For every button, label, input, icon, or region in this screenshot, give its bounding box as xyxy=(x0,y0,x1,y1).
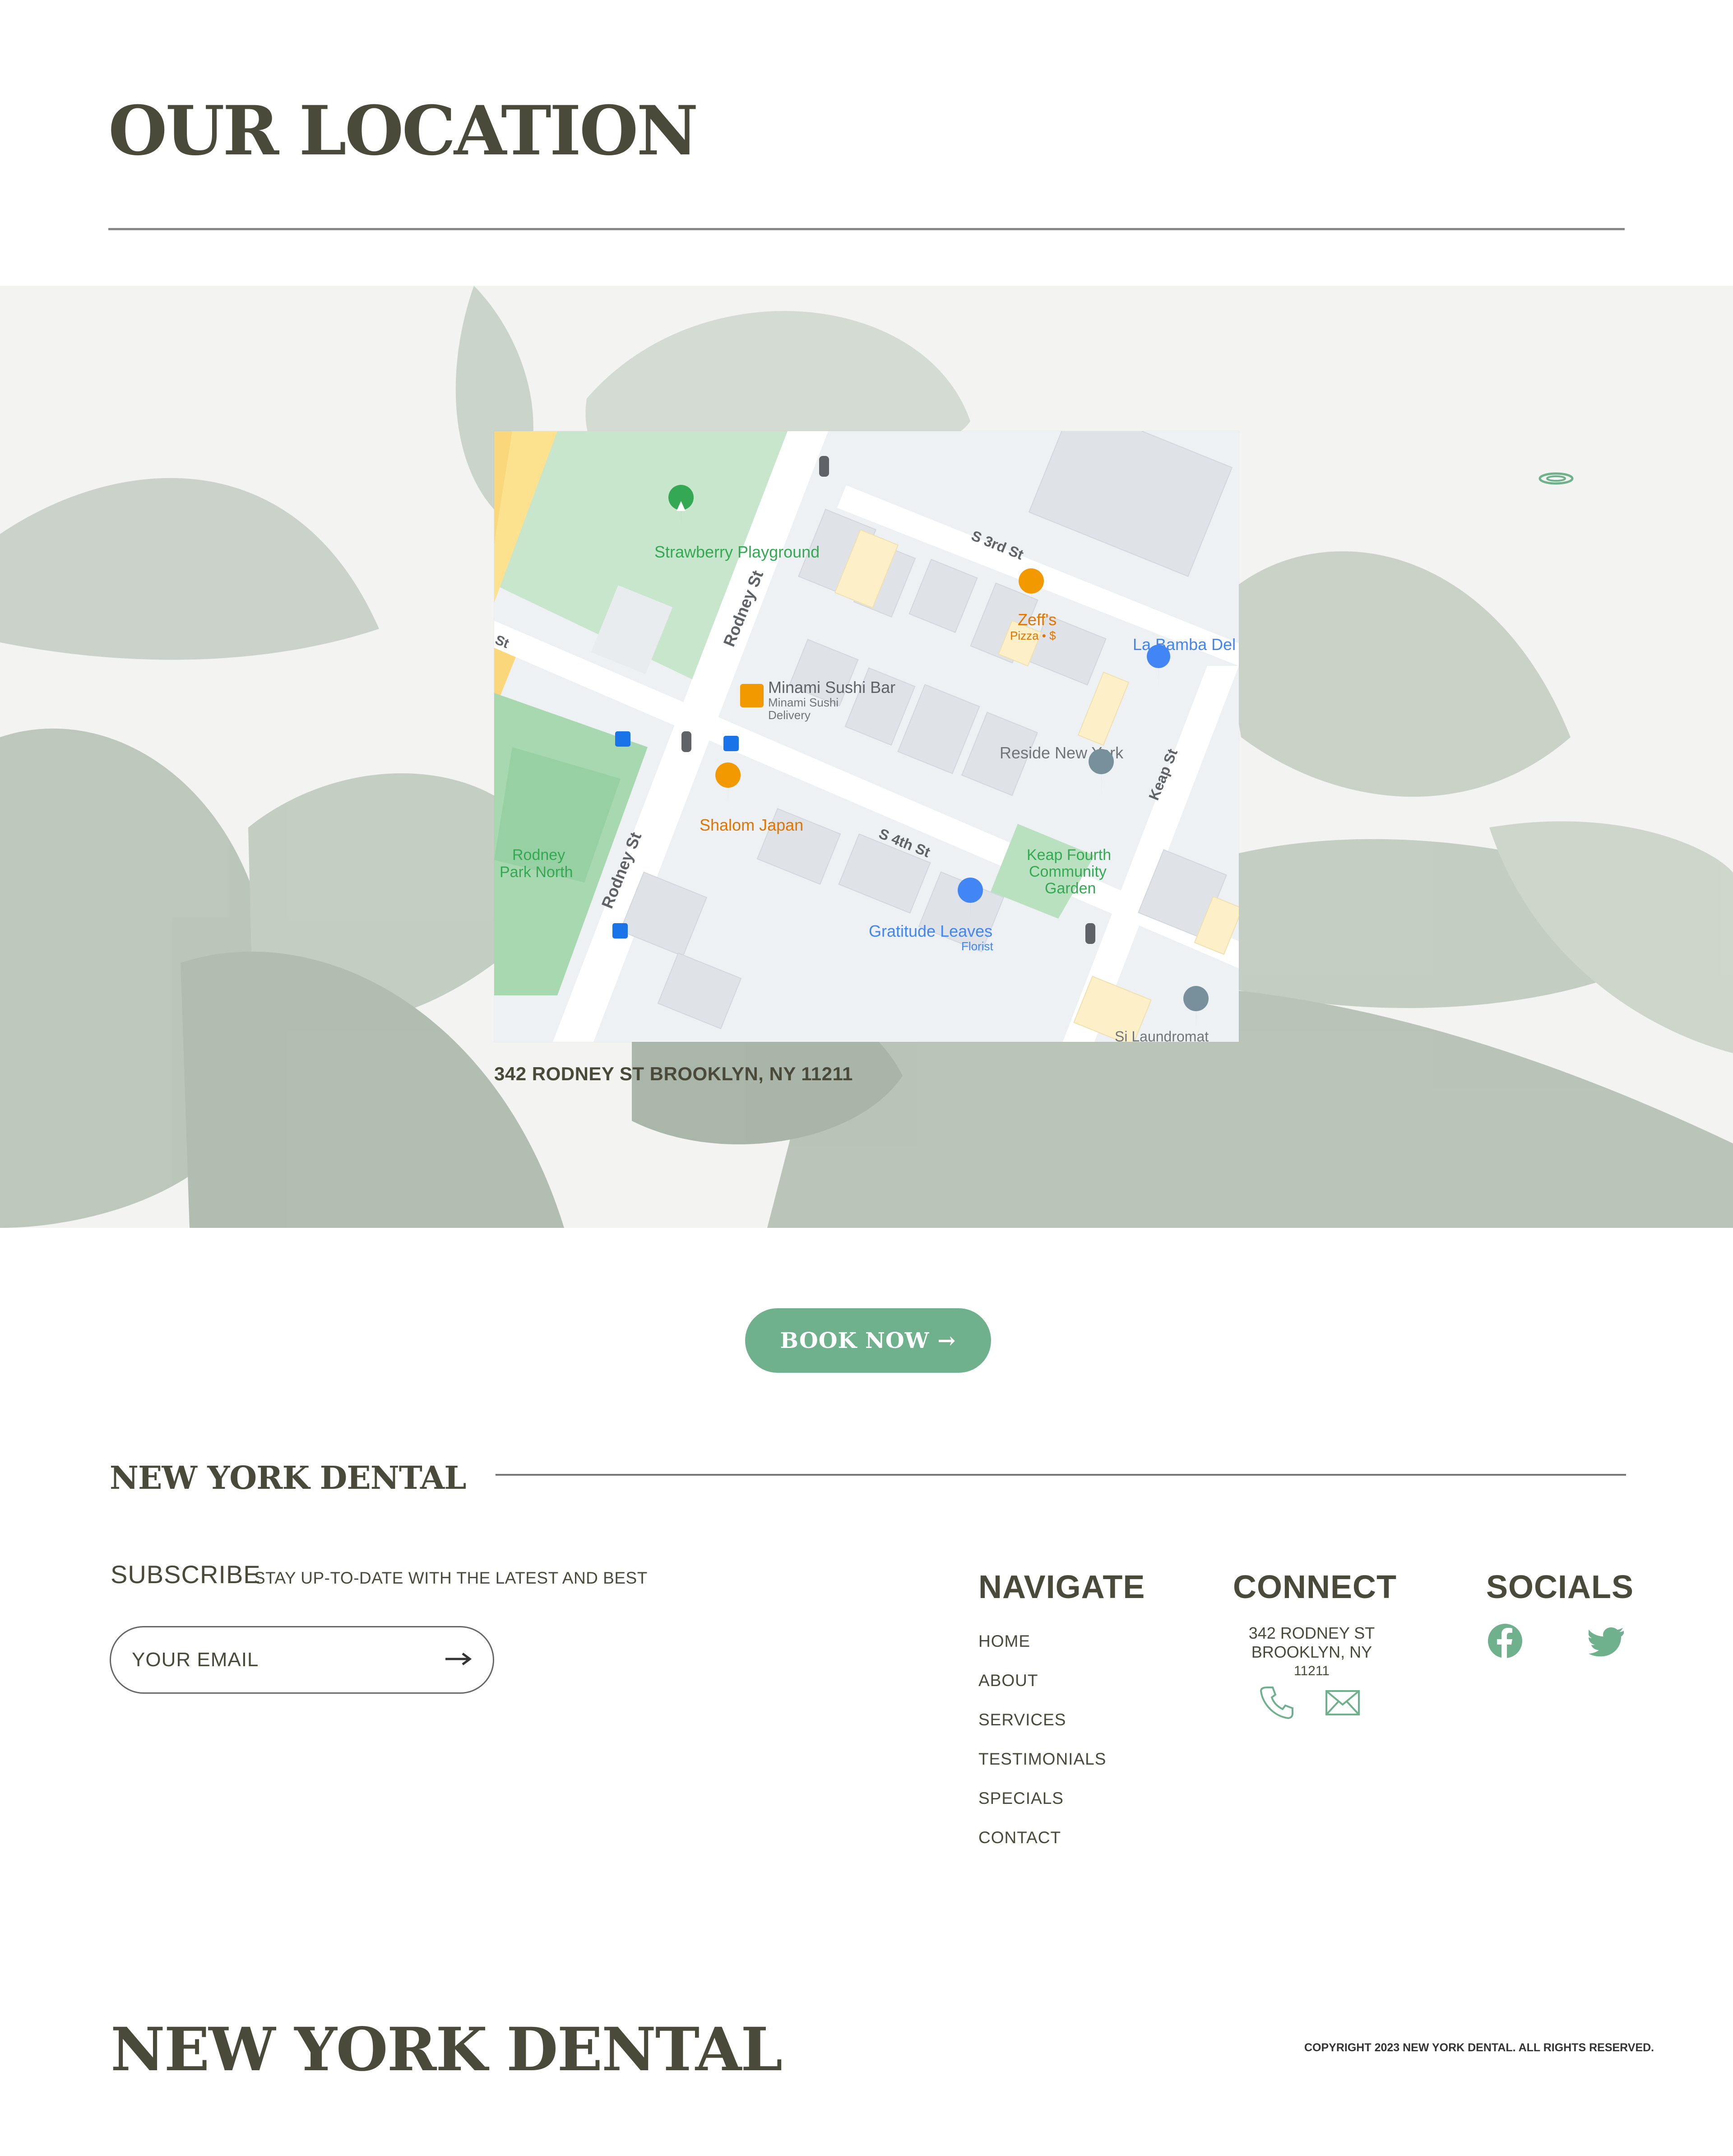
bus-stop-icon xyxy=(612,923,628,939)
map-poi-label: Community xyxy=(1029,863,1107,880)
traffic-light-icon xyxy=(681,731,691,752)
map-poi-sublabel: Delivery xyxy=(768,708,811,722)
map-poi-label: Keap Fourth xyxy=(1027,846,1111,864)
bike-icon xyxy=(615,731,630,747)
nav-link-services[interactable]: SERVICES xyxy=(978,1711,1066,1728)
map-poi-label: Zeff's xyxy=(1018,610,1056,629)
map-canvas[interactable]: Rodney St Rodney St S 3rd St S 4th St Ke… xyxy=(494,431,1239,1042)
map-poi-label: Si Laundromat xyxy=(1115,1028,1209,1042)
nav-link-testimonials[interactable]: TESTIMONIALS xyxy=(978,1751,1106,1767)
page-title: OUR LOCATION xyxy=(108,91,699,171)
map-poi-sublabel: Florist xyxy=(961,939,994,953)
book-now-button[interactable]: BOOK NOW → xyxy=(745,1308,991,1373)
map-poi-label: Rodney xyxy=(512,846,565,864)
subscribe-title: SUBSCRIBE xyxy=(111,1560,261,1589)
subscribe-subtitle: STAY UP-TO-DATE WITH THE LATEST AND BEST xyxy=(254,1569,648,1587)
twitter-icon[interactable] xyxy=(1589,1627,1625,1657)
footer-brand-large: NEW YORK DENTAL xyxy=(111,2015,783,2085)
map-poi-label: Strawberry Playground xyxy=(654,543,820,561)
connect-title: CONNECT xyxy=(1233,1569,1397,1605)
nav-link-home[interactable]: HOME xyxy=(978,1633,1030,1650)
ring-icon xyxy=(1538,472,1574,485)
connect-address-line: 342 RODNEY ST xyxy=(1248,1624,1375,1642)
email-placeholder[interactable]: YOUR EMAIL xyxy=(132,1649,259,1671)
footer-divider xyxy=(496,1474,1626,1476)
map-poi-label: Garden xyxy=(1045,880,1096,897)
navigate-title: NAVIGATE xyxy=(978,1569,1145,1605)
connect-address: 342 RODNEY ST BROOKLYN, NY 11211 xyxy=(1234,1624,1390,1681)
nav-link-contact[interactable]: CONTACT xyxy=(978,1829,1061,1846)
footer-brand: NEW YORK DENTAL xyxy=(110,1459,466,1496)
map-poi-sublabel: Pizza • $ xyxy=(1010,629,1056,642)
facebook-icon[interactable] xyxy=(1487,1623,1523,1659)
map-embed[interactable]: Rodney St Rodney St S 3rd St S 4th St Ke… xyxy=(494,431,1239,1042)
map-poi-label: Minami Sushi Bar xyxy=(768,678,895,697)
traffic-light-icon xyxy=(819,456,829,477)
map-poi-icon[interactable] xyxy=(740,684,764,707)
nav-link-about[interactable]: ABOUT xyxy=(978,1672,1038,1689)
nav-link-specials[interactable]: SPECIALS xyxy=(978,1790,1064,1807)
map-poi-sublabel: Minami Sushi xyxy=(768,696,839,709)
mail-icon[interactable] xyxy=(1325,1688,1361,1717)
map-poi-label: Park North xyxy=(500,864,573,881)
connect-address-line: 11211 xyxy=(1294,1663,1330,1678)
connect-address-line: BROOKLYN, NY xyxy=(1251,1643,1372,1661)
divider xyxy=(108,228,1625,230)
socials-title: SOCIALS xyxy=(1486,1569,1634,1605)
bus-stop-icon xyxy=(723,736,739,751)
traffic-light-icon xyxy=(1085,923,1095,944)
phone-icon[interactable] xyxy=(1259,1684,1295,1720)
copyright-text: COPYRIGHT 2023 NEW YORK DENTAL. ALL RIGH… xyxy=(1304,2041,1654,2054)
location-address: 342 RODNEY ST BROOKLYN, NY 11211 xyxy=(494,1063,853,1084)
map-poi-label: Gratitude Leaves xyxy=(869,922,992,940)
map-poi-label: Shalom Japan xyxy=(700,816,803,834)
arrow-right-icon[interactable] xyxy=(445,1650,472,1668)
